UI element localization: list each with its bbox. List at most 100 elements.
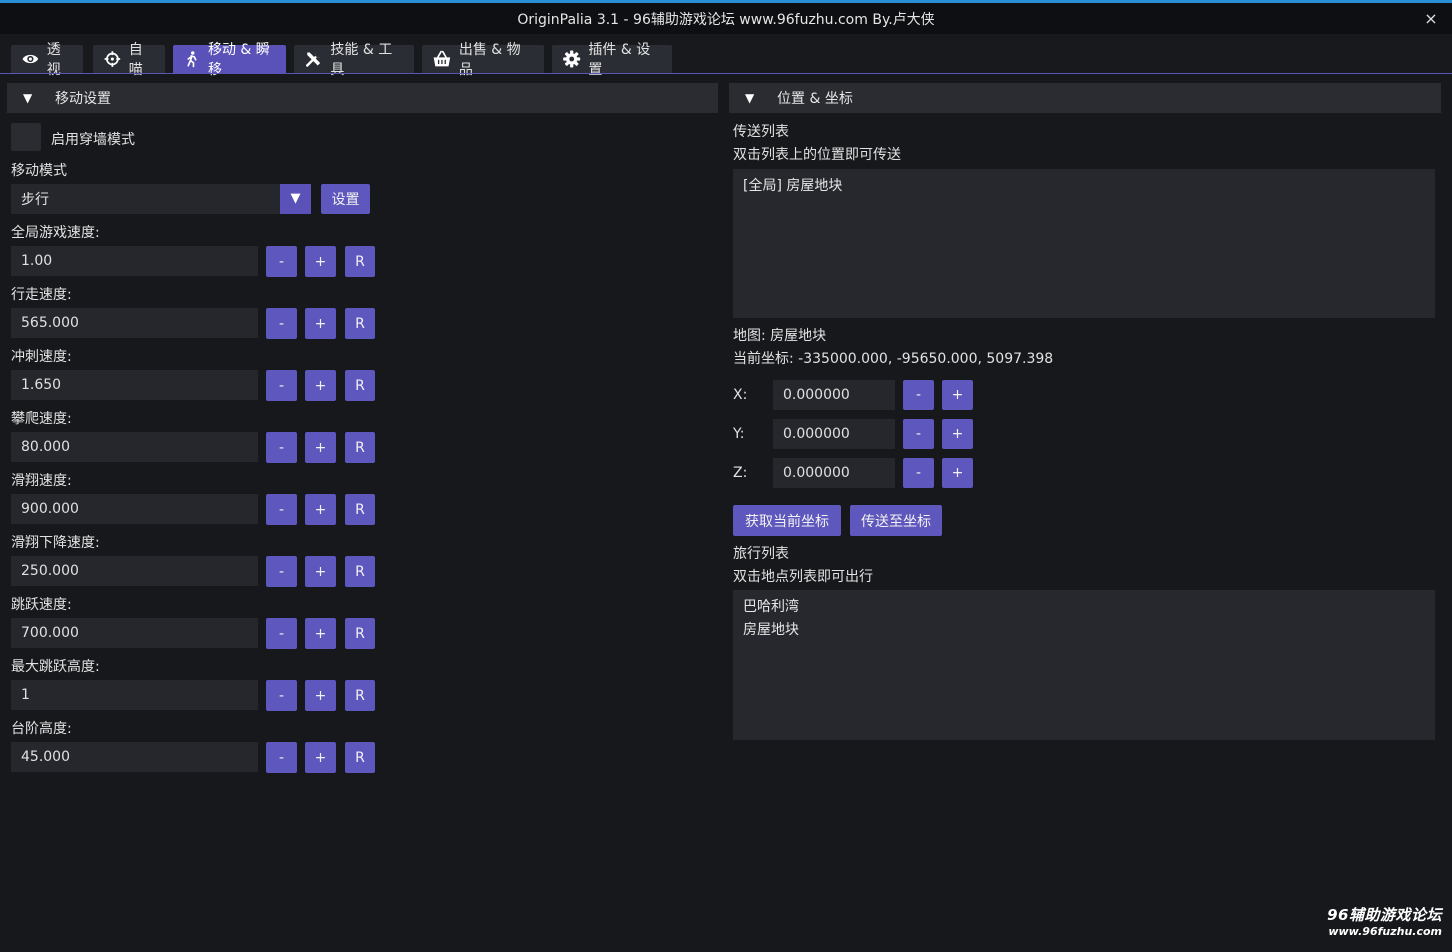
- movement-mode-value: 步行: [21, 192, 49, 208]
- z-plus-button[interactable]: +: [942, 458, 973, 488]
- teleport-listbox[interactable]: [全局] 房屋地块: [733, 169, 1435, 318]
- movement-mode-label: 移动模式: [11, 163, 67, 179]
- speed-field-input[interactable]: 250.000: [11, 556, 258, 586]
- speed-field-input[interactable]: 900.000: [11, 494, 258, 524]
- x-minus-button[interactable]: -: [903, 380, 934, 410]
- title-bar: OriginPalia 3.1 - 96辅助游戏论坛 www.96fuzhu.c…: [0, 3, 1452, 34]
- reset-button[interactable]: R: [345, 370, 375, 401]
- tab-bar: 透视 自喵 移动 & 瞬移 技能 & 工具 出售 & 物品 插件 & 设置: [0, 34, 1452, 78]
- movement-settings-header[interactable]: ▼ 移动设置: [7, 83, 718, 113]
- y-input[interactable]: 0.000000: [773, 419, 895, 449]
- walking-person-icon: [187, 51, 197, 68]
- speed-field-input[interactable]: 565.000: [11, 308, 258, 338]
- teleport-list-title: 传送列表: [733, 124, 789, 140]
- movement-mode-settings-button[interactable]: 设置: [321, 184, 370, 214]
- window-title: OriginPalia 3.1 - 96辅助游戏论坛 www.96fuzhu.c…: [517, 11, 935, 28]
- x-label: X:: [733, 387, 748, 403]
- reset-button[interactable]: R: [345, 432, 375, 463]
- map-label: 地图: 房屋地块: [733, 328, 827, 344]
- speed-field-label: 全局游戏速度:: [11, 225, 100, 241]
- tools-icon: [306, 52, 321, 67]
- tab-skills-tools[interactable]: 技能 & 工具: [294, 42, 414, 78]
- reset-button[interactable]: R: [345, 680, 375, 711]
- y-plus-button[interactable]: +: [942, 419, 973, 449]
- reset-button[interactable]: R: [345, 494, 375, 525]
- movement-mode-select[interactable]: 步行 ▼: [11, 184, 311, 214]
- speed-field-input[interactable]: 80.000: [11, 432, 258, 462]
- reset-button[interactable]: R: [345, 246, 375, 277]
- basket-icon: [433, 50, 451, 67]
- speed-field-label: 滑翔下降速度:: [11, 535, 100, 551]
- close-icon[interactable]: ×: [1420, 8, 1442, 30]
- teleport-to-coords-button[interactable]: 传送至坐标: [850, 505, 942, 536]
- dropdown-arrow-icon[interactable]: ▼: [280, 184, 311, 214]
- speed-field-label: 跳跃速度:: [11, 597, 72, 613]
- speed-field-label: 行走速度:: [11, 287, 72, 303]
- increment-button[interactable]: +: [305, 742, 336, 773]
- tab-aimbot[interactable]: 自喵: [93, 42, 165, 78]
- site-watermark: 96辅助游戏论坛 www.96fuzhu.com: [1327, 904, 1442, 938]
- header-label: 位置 & 坐标: [777, 91, 853, 107]
- current-coords-label: 当前坐标: -335000.000, -95650.000, 5097.398: [733, 351, 1054, 367]
- y-minus-button[interactable]: -: [903, 419, 934, 449]
- increment-button[interactable]: +: [305, 618, 336, 649]
- z-input[interactable]: 0.000000: [773, 458, 895, 488]
- noclip-checkbox[interactable]: [11, 123, 41, 151]
- tab-underline: [0, 73, 1452, 74]
- x-input[interactable]: 0.000000: [773, 380, 895, 410]
- decrement-button[interactable]: -: [266, 680, 297, 711]
- z-minus-button[interactable]: -: [903, 458, 934, 488]
- decrement-button[interactable]: -: [266, 556, 297, 587]
- speed-field-label: 最大跳跃高度:: [11, 659, 100, 675]
- increment-button[interactable]: +: [305, 494, 336, 525]
- reset-button[interactable]: R: [345, 742, 375, 773]
- decrement-button[interactable]: -: [266, 432, 297, 463]
- speed-field-label: 滑翔速度:: [11, 473, 72, 489]
- speed-field-label: 攀爬速度:: [11, 411, 72, 427]
- travel-list-hint: 双击地点列表即可出行: [733, 569, 873, 585]
- list-item[interactable]: [全局] 房屋地块: [743, 175, 1425, 198]
- speed-field-input[interactable]: 1.650: [11, 370, 258, 400]
- tab-movement[interactable]: 移动 & 瞬移: [173, 42, 286, 78]
- speed-field-input[interactable]: 700.000: [11, 618, 258, 648]
- teleport-list-hint: 双击列表上的位置即可传送: [733, 147, 901, 163]
- decrement-button[interactable]: -: [266, 494, 297, 525]
- noclip-label: 启用穿墙模式: [51, 132, 135, 148]
- increment-button[interactable]: +: [305, 556, 336, 587]
- y-label: Y:: [733, 426, 745, 442]
- increment-button[interactable]: +: [305, 432, 336, 463]
- speed-field-input[interactable]: 45.000: [11, 742, 258, 772]
- get-current-coords-button[interactable]: 获取当前坐标: [733, 505, 841, 536]
- gear-icon: [563, 50, 581, 68]
- decrement-button[interactable]: -: [266, 618, 297, 649]
- increment-button[interactable]: +: [305, 308, 336, 339]
- list-item[interactable]: 巴哈利湾: [743, 596, 1425, 619]
- watermark-line-1: 96辅助游戏论坛: [1327, 906, 1442, 924]
- travel-list-title: 旅行列表: [733, 546, 789, 562]
- watermark-line-2: www.96fuzhu.com: [1328, 925, 1442, 938]
- decrement-button[interactable]: -: [266, 742, 297, 773]
- collapse-triangle-icon: ▼: [745, 91, 755, 105]
- travel-listbox[interactable]: 巴哈利湾 房屋地块: [733, 590, 1435, 740]
- reset-button[interactable]: R: [345, 618, 375, 649]
- increment-button[interactable]: +: [305, 370, 336, 401]
- increment-button[interactable]: +: [305, 246, 336, 277]
- reset-button[interactable]: R: [345, 556, 375, 587]
- crosshair-icon: [104, 51, 121, 67]
- reset-button[interactable]: R: [345, 308, 375, 339]
- position-coords-header[interactable]: ▼ 位置 & 坐标: [729, 83, 1441, 113]
- list-item[interactable]: 房屋地块: [743, 619, 1425, 642]
- header-label: 移动设置: [55, 91, 111, 107]
- decrement-button[interactable]: -: [266, 370, 297, 401]
- tab-sell-items[interactable]: 出售 & 物品: [422, 42, 544, 78]
- tab-plugins-settings[interactable]: 插件 & 设置: [552, 42, 672, 78]
- collapse-triangle-icon: ▼: [23, 91, 33, 105]
- decrement-button[interactable]: -: [266, 246, 297, 277]
- x-plus-button[interactable]: +: [942, 380, 973, 410]
- speed-field-input[interactable]: 1.00: [11, 246, 258, 276]
- eye-icon: [22, 54, 39, 64]
- decrement-button[interactable]: -: [266, 308, 297, 339]
- speed-field-input[interactable]: 1: [11, 680, 258, 710]
- tab-esp[interactable]: 透视: [11, 42, 83, 78]
- increment-button[interactable]: +: [305, 680, 336, 711]
